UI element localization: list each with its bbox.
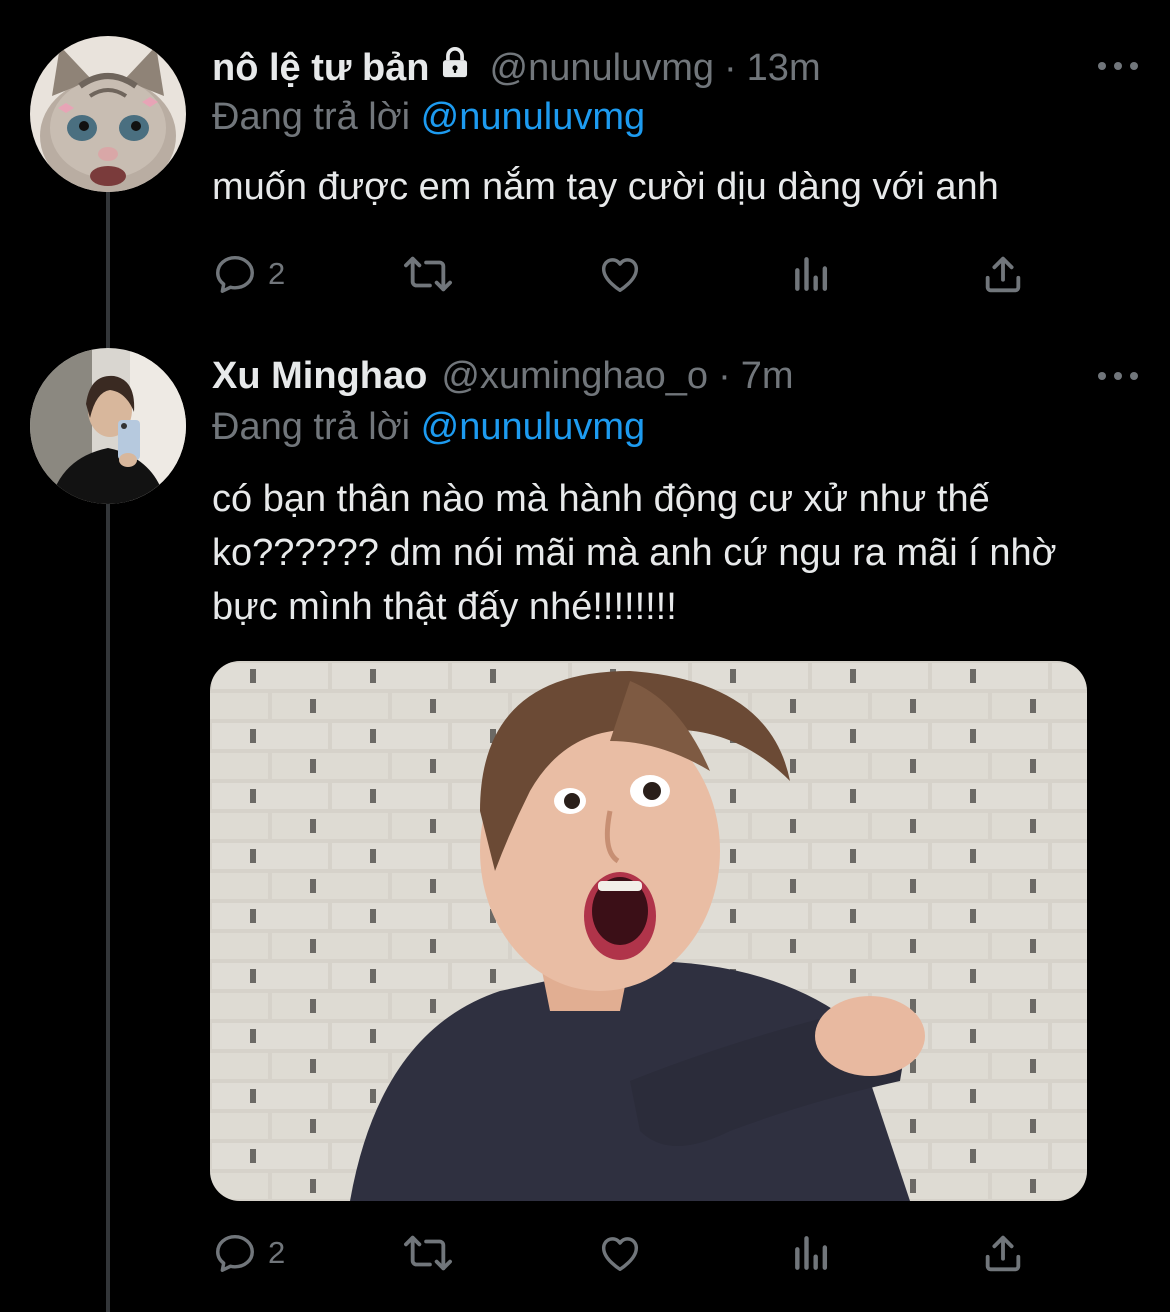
heart-icon — [601, 258, 639, 293]
retweet-icon — [404, 1235, 452, 1271]
avatar-cat[interactable] — [30, 36, 186, 192]
separator-dot: · — [724, 46, 737, 89]
separator-dot: · — [718, 354, 731, 397]
lock-icon — [438, 46, 472, 90]
like-button[interactable] — [596, 249, 644, 299]
analytics-icon — [795, 1236, 828, 1270]
reply-button[interactable]: 2 — [212, 1228, 285, 1278]
share-icon — [985, 1235, 1021, 1272]
replying-to-mention[interactable]: @nunuluvmg — [421, 96, 645, 138]
cat-avatar-image — [30, 36, 186, 192]
share-button[interactable] — [980, 1228, 1026, 1278]
reply-icon — [216, 1234, 254, 1272]
reply-count: 2 — [268, 1235, 286, 1270]
like-button[interactable] — [596, 1228, 644, 1278]
tweet-header: nô lệ tư bản @nunuluvmg · 13m — [212, 38, 821, 98]
man-avatar-image — [30, 348, 186, 504]
tweet-header: Xu Minghao @xuminghao_o · 7m — [212, 346, 794, 406]
retweet-icon — [404, 256, 452, 292]
tweet-text: có bạn thân nào mà hành động cư xử như t… — [212, 478, 1057, 628]
views-button[interactable] — [790, 1228, 834, 1278]
replying-to-label: Đang trả lời — [212, 406, 411, 448]
reply-button[interactable]: 2 — [212, 249, 285, 299]
replying-to-mention[interactable]: @nunuluvmg — [421, 406, 645, 448]
tweet-actions: 2 — [212, 249, 1042, 299]
reply-icon — [216, 255, 254, 293]
avatar-minghao[interactable] — [30, 348, 186, 504]
tweet-actions: 2 — [212, 1228, 1042, 1278]
more-options-icon[interactable] — [1098, 56, 1138, 76]
timestamp[interactable]: 7m — [741, 355, 794, 398]
tweet-text: muốn được em nắm tay cười dịu dàng với a… — [212, 166, 999, 208]
more-options-icon[interactable] — [1098, 366, 1138, 386]
share-button[interactable] — [980, 249, 1026, 299]
tweet-media-photo[interactable] — [210, 661, 1087, 1201]
share-icon — [985, 256, 1021, 293]
views-button[interactable] — [790, 249, 834, 299]
tweet-1[interactable]: nô lệ tư bản @nunuluvmg · 13m Đang trả l… — [0, 0, 1170, 340]
replying-to: Đang trả lời @nunuluvmg — [212, 96, 645, 139]
reply-count: 2 — [268, 256, 286, 291]
display-name[interactable]: Xu Minghao — [212, 355, 427, 398]
retweet-button[interactable] — [400, 1228, 456, 1278]
timestamp[interactable]: 13m — [747, 47, 821, 90]
analytics-icon — [795, 257, 828, 291]
user-handle[interactable]: @nunuluvmg — [490, 47, 714, 90]
user-handle[interactable]: @xuminghao_o — [441, 355, 708, 398]
replying-to-label: Đang trả lời — [212, 96, 411, 138]
shouting-man-photo — [210, 661, 1087, 1201]
replying-to: Đang trả lời @nunuluvmg — [212, 406, 645, 449]
display-name[interactable]: nô lệ tư bản — [212, 47, 430, 90]
heart-icon — [601, 1237, 639, 1272]
retweet-button[interactable] — [400, 249, 456, 299]
